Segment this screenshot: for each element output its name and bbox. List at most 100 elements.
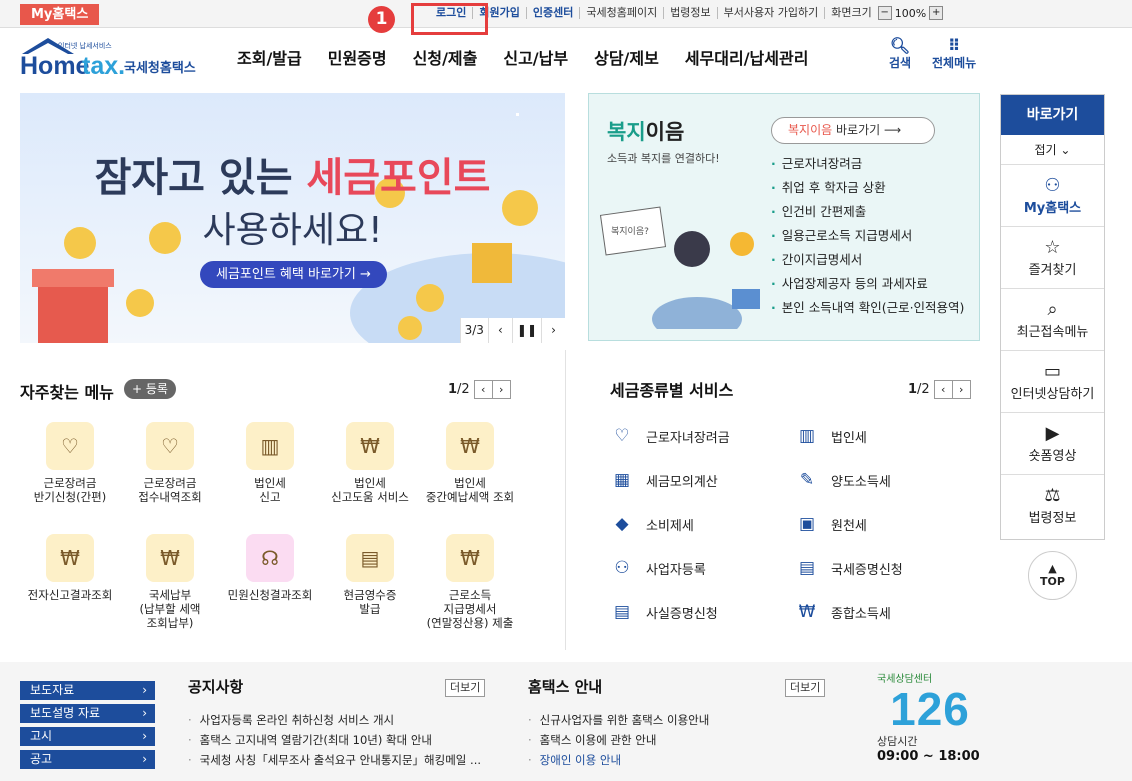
nav-tax-agent[interactable]: 세무대리/납세관리 — [672, 45, 822, 69]
section-divider — [565, 350, 566, 650]
tax-service-item[interactable]: ♡ 근로자녀장려금 — [610, 424, 729, 448]
favorites-next-button[interactable]: › — [491, 380, 511, 399]
tax-service-item[interactable]: ₩ 종합소득세 — [795, 600, 891, 624]
hours-value: 09:00 ~ 18:00 — [877, 749, 980, 764]
cert-center-link[interactable]: 인증센터 — [527, 7, 581, 19]
wallet-icon: ₩ — [446, 534, 494, 582]
register-button[interactable]: + 등록 — [124, 379, 176, 399]
svg-text:인터넷 납세서비스: 인터넷 납세서비스 — [58, 41, 112, 50]
notice-more-button[interactable]: 더보기 — [445, 679, 486, 697]
monitor-icon: ▭ — [1043, 361, 1061, 382]
all-menu-label: 전체메뉴 — [932, 56, 977, 70]
quick-links-sidebar: 바로가기 접기 ⌄ ⚇ My홈택스 ☆ 즐겨찾기 ⌕ 최근접속메뉴 ▭ 인터넷상담하기 … — [1000, 94, 1105, 540]
welfare-item[interactable]: 근로자녀장려금 — [771, 156, 964, 180]
welfare-item[interactable]: 취업 후 학자금 상환 — [771, 180, 964, 204]
nav-report-pay[interactable]: 신고/납부 — [490, 45, 581, 69]
fav-item[interactable]: ₩ 법인세 신고도움 서비스 — [320, 422, 420, 504]
fav-item[interactable]: ♡ 근로장려금 반기신청(간편) — [20, 422, 120, 504]
sidebar-item-favorites[interactable]: ☆ 즐겨찾기 — [1001, 227, 1104, 289]
sidebar-item-consult[interactable]: ▭ 인터넷상담하기 — [1001, 351, 1104, 413]
notice-gosi-button[interactable]: 고시 — [20, 727, 155, 746]
sidebar-item-my-hometax[interactable]: ⚇ My홈택스 — [1001, 165, 1104, 227]
press-explain-button[interactable]: 보도설명 자료 — [20, 704, 155, 723]
tax-point-banner[interactable]: 잠자고 있는 세금포인트 사용하세요! 세금포인트 혜택 바로가기 → 3/3 … — [20, 93, 565, 343]
fav-item[interactable]: ☊ 민원신청결과조회 — [220, 534, 320, 602]
document-icon: ▤ — [798, 558, 816, 578]
welfare-item[interactable]: 인건비 간편제출 — [771, 204, 964, 228]
main-nav: 조회/발급 민원증명 신청/제출 신고/납부 상담/제보 세무대리/납세관리 — [224, 45, 821, 69]
zoom-control: − 100% + — [877, 6, 944, 20]
zoom-out-button[interactable]: − — [877, 6, 892, 20]
tax-service-item[interactable]: ▣ 원천세 — [795, 512, 867, 536]
call-center-number: 126 — [890, 683, 970, 735]
tax-service-item[interactable]: ▤ 국세증명신청 — [795, 556, 903, 580]
welfare-go-button[interactable]: 복지이음 바로가기 ⟶ — [771, 117, 935, 144]
heart-tax-icon: ♡ — [46, 422, 94, 470]
guide-more-button[interactable]: 더보기 — [785, 679, 826, 697]
scroll-top-button[interactable]: ▲ TOP — [1028, 551, 1077, 600]
my-hometax-button[interactable]: My홈택스 — [20, 4, 100, 25]
banner-pause-button[interactable]: ❚❚ — [511, 318, 541, 343]
sidebar-item-shorts[interactable]: ▶ 숏폼영상 — [1001, 413, 1104, 475]
tax-service-item[interactable]: ▦ 세금모의계산 — [610, 468, 718, 492]
tax-service-item[interactable]: ▤ 사실증명신청 — [610, 600, 718, 624]
all-menu-button[interactable]: ⠿ 전체메뉴 — [932, 36, 976, 71]
hometax-logo[interactable]: 인터넷 납세서비스 Home tax. 국세청홈택스 — [18, 34, 208, 80]
law-info-link[interactable]: 법령정보 — [664, 7, 718, 19]
notice-item[interactable]: 홈택스 고지내역 열람기간(최대 10년) 확대 안내 — [188, 732, 481, 752]
welfare-item[interactable]: 간이지급명세서 — [771, 252, 964, 276]
sidebar-item-law[interactable]: ⚖ 법령정보 — [1001, 475, 1104, 537]
guide-item[interactable]: 장애인 이용 안내 — [528, 752, 709, 772]
fav-item[interactable]: ▥ 법인세 신고 — [220, 422, 320, 504]
nts-home-link[interactable]: 국세청홈페이지 — [580, 7, 665, 19]
tax-service-item[interactable]: ◆ 소비제세 — [610, 512, 693, 536]
tax-service-item[interactable]: ▥ 법인세 — [795, 424, 867, 448]
guide-title: 홈택스 안내 — [528, 678, 603, 696]
banner-prev-button[interactable]: ‹ — [487, 318, 512, 343]
welfare-title: 복지이음 — [607, 120, 685, 144]
search-label: 검색 — [889, 56, 912, 70]
guide-item[interactable]: 홈택스 이용에 관한 안내 — [528, 732, 709, 752]
building-icon: ▥ — [246, 422, 294, 470]
call-center-126: 국세상담센터 126 상담시간 09:00 ~ 18:00 — [875, 670, 985, 780]
fav-item[interactable]: ₩ 근로소득 지급명세서 (연말정산용) 제출 — [420, 534, 520, 630]
banner-next-button[interactable]: › — [541, 318, 565, 343]
svg-text:국세청홈택스: 국세청홈택스 — [124, 60, 196, 76]
notice-item[interactable]: 사업자등록 온라인 취하신청 서비스 개시 — [188, 712, 481, 732]
headset-icon: ☊ — [246, 534, 294, 582]
doc-edit-icon: ✎ — [799, 470, 815, 490]
fav-item[interactable]: ₩ 전자신고결과조회 — [20, 534, 120, 602]
search-button[interactable]: 🔍︎ 검색 — [889, 36, 911, 71]
tax-point-benefit-button[interactable]: 세금포인트 혜택 바로가기 → — [200, 261, 387, 288]
top-links: 로그인 회원가입 인증센터 국세청홈페이지 법령정보 부서사용자 가입하기 화면… — [430, 6, 944, 20]
fav-item[interactable]: ▤ 현금영수증 발급 — [320, 534, 420, 616]
welfare-link-panel: 복지이음 소득과 복지를 연결하다! 복지이음 바로가기 ⟶ 복지이음? 근로자… — [588, 93, 980, 341]
fav-item[interactable]: ₩ 법인세 중간예납세액 조회 — [420, 422, 520, 504]
sidebar-fold-button[interactable]: 접기 ⌄ — [1001, 135, 1104, 165]
fav-item[interactable]: ♡ 근로장려금 접수내역조회 — [120, 422, 220, 504]
favorites-pager: 1/2 ‹ › — [448, 380, 511, 399]
notice-item[interactable]: 국세청 사칭「세무조사 출석요구 안내통지문」해킹메일 ... — [188, 752, 481, 772]
sidebar-item-recent[interactable]: ⌕ 최근접속메뉴 — [1001, 289, 1104, 351]
dept-user-signup-link[interactable]: 부서사용자 가입하기 — [718, 7, 826, 19]
nav-inquiry[interactable]: 조회/발급 — [224, 45, 315, 69]
welfare-item[interactable]: 일용근로소득 지급명세서 — [771, 228, 964, 252]
announcement-button[interactable]: 공고 — [20, 750, 155, 769]
nav-apply[interactable]: 신청/제출 — [400, 45, 491, 69]
fav-item[interactable]: ₩ 국세납부 (납부할 세액 조회납부) — [120, 534, 220, 630]
tax-services-prev-button[interactable]: ‹ — [933, 380, 953, 399]
tax-services-pager: 1/2 ‹ › — [908, 380, 971, 399]
play-icon: ▶ — [1045, 423, 1060, 444]
zoom-in-button[interactable]: + — [929, 6, 944, 20]
nav-civil-cert[interactable]: 민원증명 — [315, 45, 400, 69]
welfare-item[interactable]: 사업장제공자 등의 과세자료 — [771, 276, 964, 300]
nav-consult[interactable]: 상담/제보 — [581, 45, 672, 69]
guide-item[interactable]: 신규사업자를 위한 홈택스 이용안내 — [528, 712, 710, 732]
press-release-button[interactable]: 보도자료 — [20, 681, 155, 700]
heart-search-icon: ♡ — [146, 422, 194, 470]
tax-service-item[interactable]: ⚇ 사업자등록 — [610, 556, 705, 580]
tax-services-next-button[interactable]: › — [951, 380, 971, 399]
tax-service-item[interactable]: ✎ 양도소득세 — [795, 468, 891, 492]
welfare-item[interactable]: 본인 소득내역 확인(근로·인적용역) — [771, 300, 965, 324]
favorites-prev-button[interactable]: ‹ — [473, 380, 493, 399]
